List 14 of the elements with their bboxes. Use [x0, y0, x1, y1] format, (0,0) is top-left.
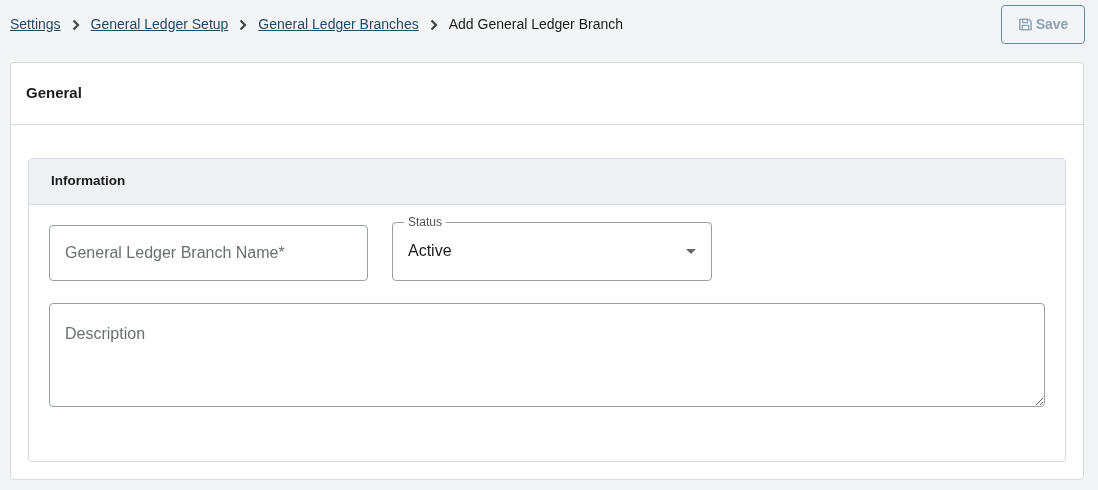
card-title: General: [26, 83, 82, 104]
caret-icon: [686, 248, 696, 254]
breadcrumb-link[interactable]: General Ledger Setup: [90, 14, 229, 35]
branch-name-field[interactable]: General Ledger Branch Name*: [49, 225, 368, 281]
breadcrumb-current: Add General Ledger Branch: [448, 15, 624, 34]
breadcrumb-link[interactable]: General Ledger Branches: [258, 14, 419, 35]
breadcrumb-link[interactable]: Settings: [10, 14, 61, 35]
save-icon: [1017, 17, 1033, 32]
status-select[interactable]: Status Active: [392, 216, 712, 281]
chevron-right-icon: [428, 18, 439, 31]
chevron-right-icon: [238, 18, 249, 31]
chevron-right-icon: [70, 18, 81, 31]
section-title: Information: [51, 172, 126, 191]
description-field[interactable]: Description: [49, 303, 1045, 407]
